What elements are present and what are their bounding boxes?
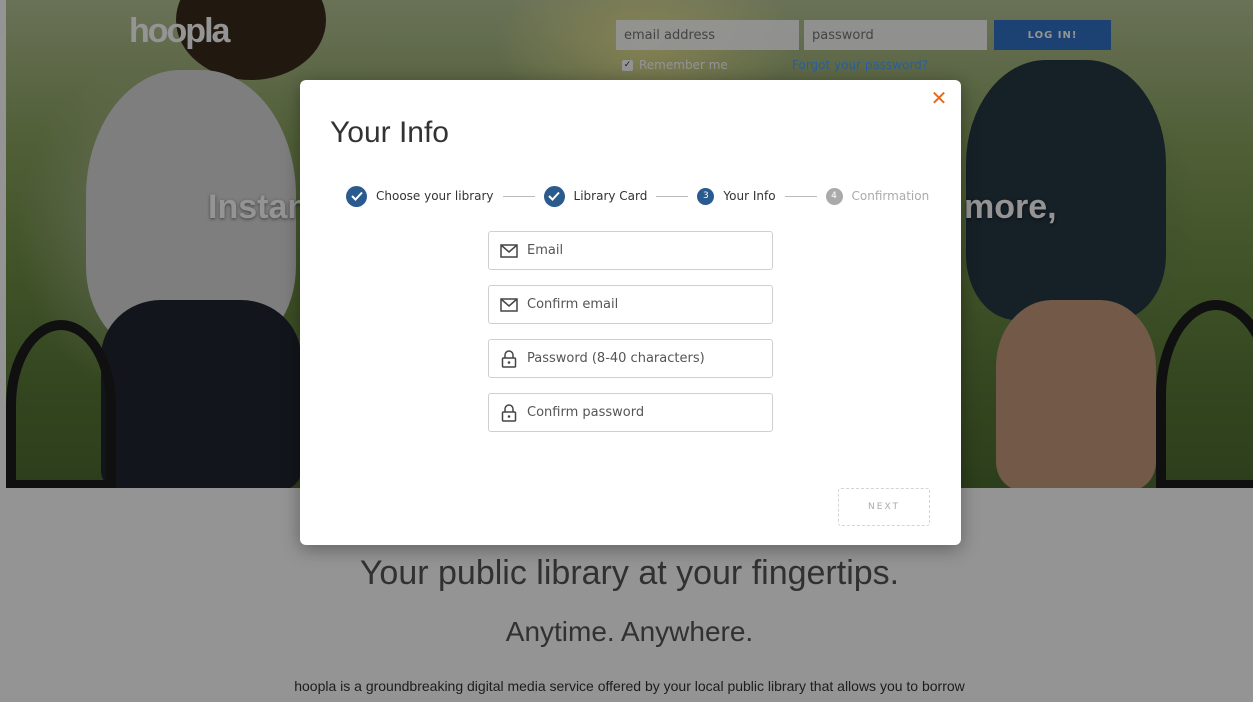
step-choose-library: Choose your library (346, 185, 494, 207)
step-label: Choose your library (376, 189, 494, 203)
close-icon[interactable]: ✕ (927, 86, 951, 110)
check-icon (543, 185, 565, 207)
step-label: Confirmation (851, 189, 930, 203)
step-number: 3 (697, 187, 715, 205)
confirm-password-placeholder: Confirm password (527, 405, 645, 420)
step-label: Library Card (573, 189, 648, 203)
progress-steps: Choose your library Library Card 3 Your … (346, 185, 929, 207)
step-connector (656, 195, 689, 197)
step-your-info: 3 Your Info (697, 187, 776, 205)
lock-icon (499, 403, 519, 423)
step-connector (502, 195, 535, 197)
confirm-email-field[interactable]: Confirm email (488, 285, 773, 324)
confirm-password-field[interactable]: Confirm password (488, 393, 773, 432)
step-connector (784, 195, 817, 197)
step-number: 4 (825, 187, 843, 205)
email-placeholder: Email (527, 243, 564, 258)
step-library-card: Library Card (543, 185, 648, 207)
envelope-icon (499, 295, 519, 315)
signup-modal: ✕ Your Info Choose your library Library … (300, 80, 961, 545)
envelope-icon (499, 241, 519, 261)
confirm-email-placeholder: Confirm email (527, 297, 619, 312)
step-confirmation: 4 Confirmation (825, 187, 930, 205)
check-icon (346, 185, 367, 207)
email-field[interactable]: Email (488, 231, 773, 270)
step-label: Your Info (723, 189, 776, 203)
password-placeholder: Password (8-40 characters) (527, 351, 705, 366)
next-button[interactable]: NEXT (838, 488, 930, 526)
modal-title: Your Info (330, 116, 449, 149)
lock-icon (499, 349, 519, 369)
password-field[interactable]: Password (8-40 characters) (488, 339, 773, 378)
